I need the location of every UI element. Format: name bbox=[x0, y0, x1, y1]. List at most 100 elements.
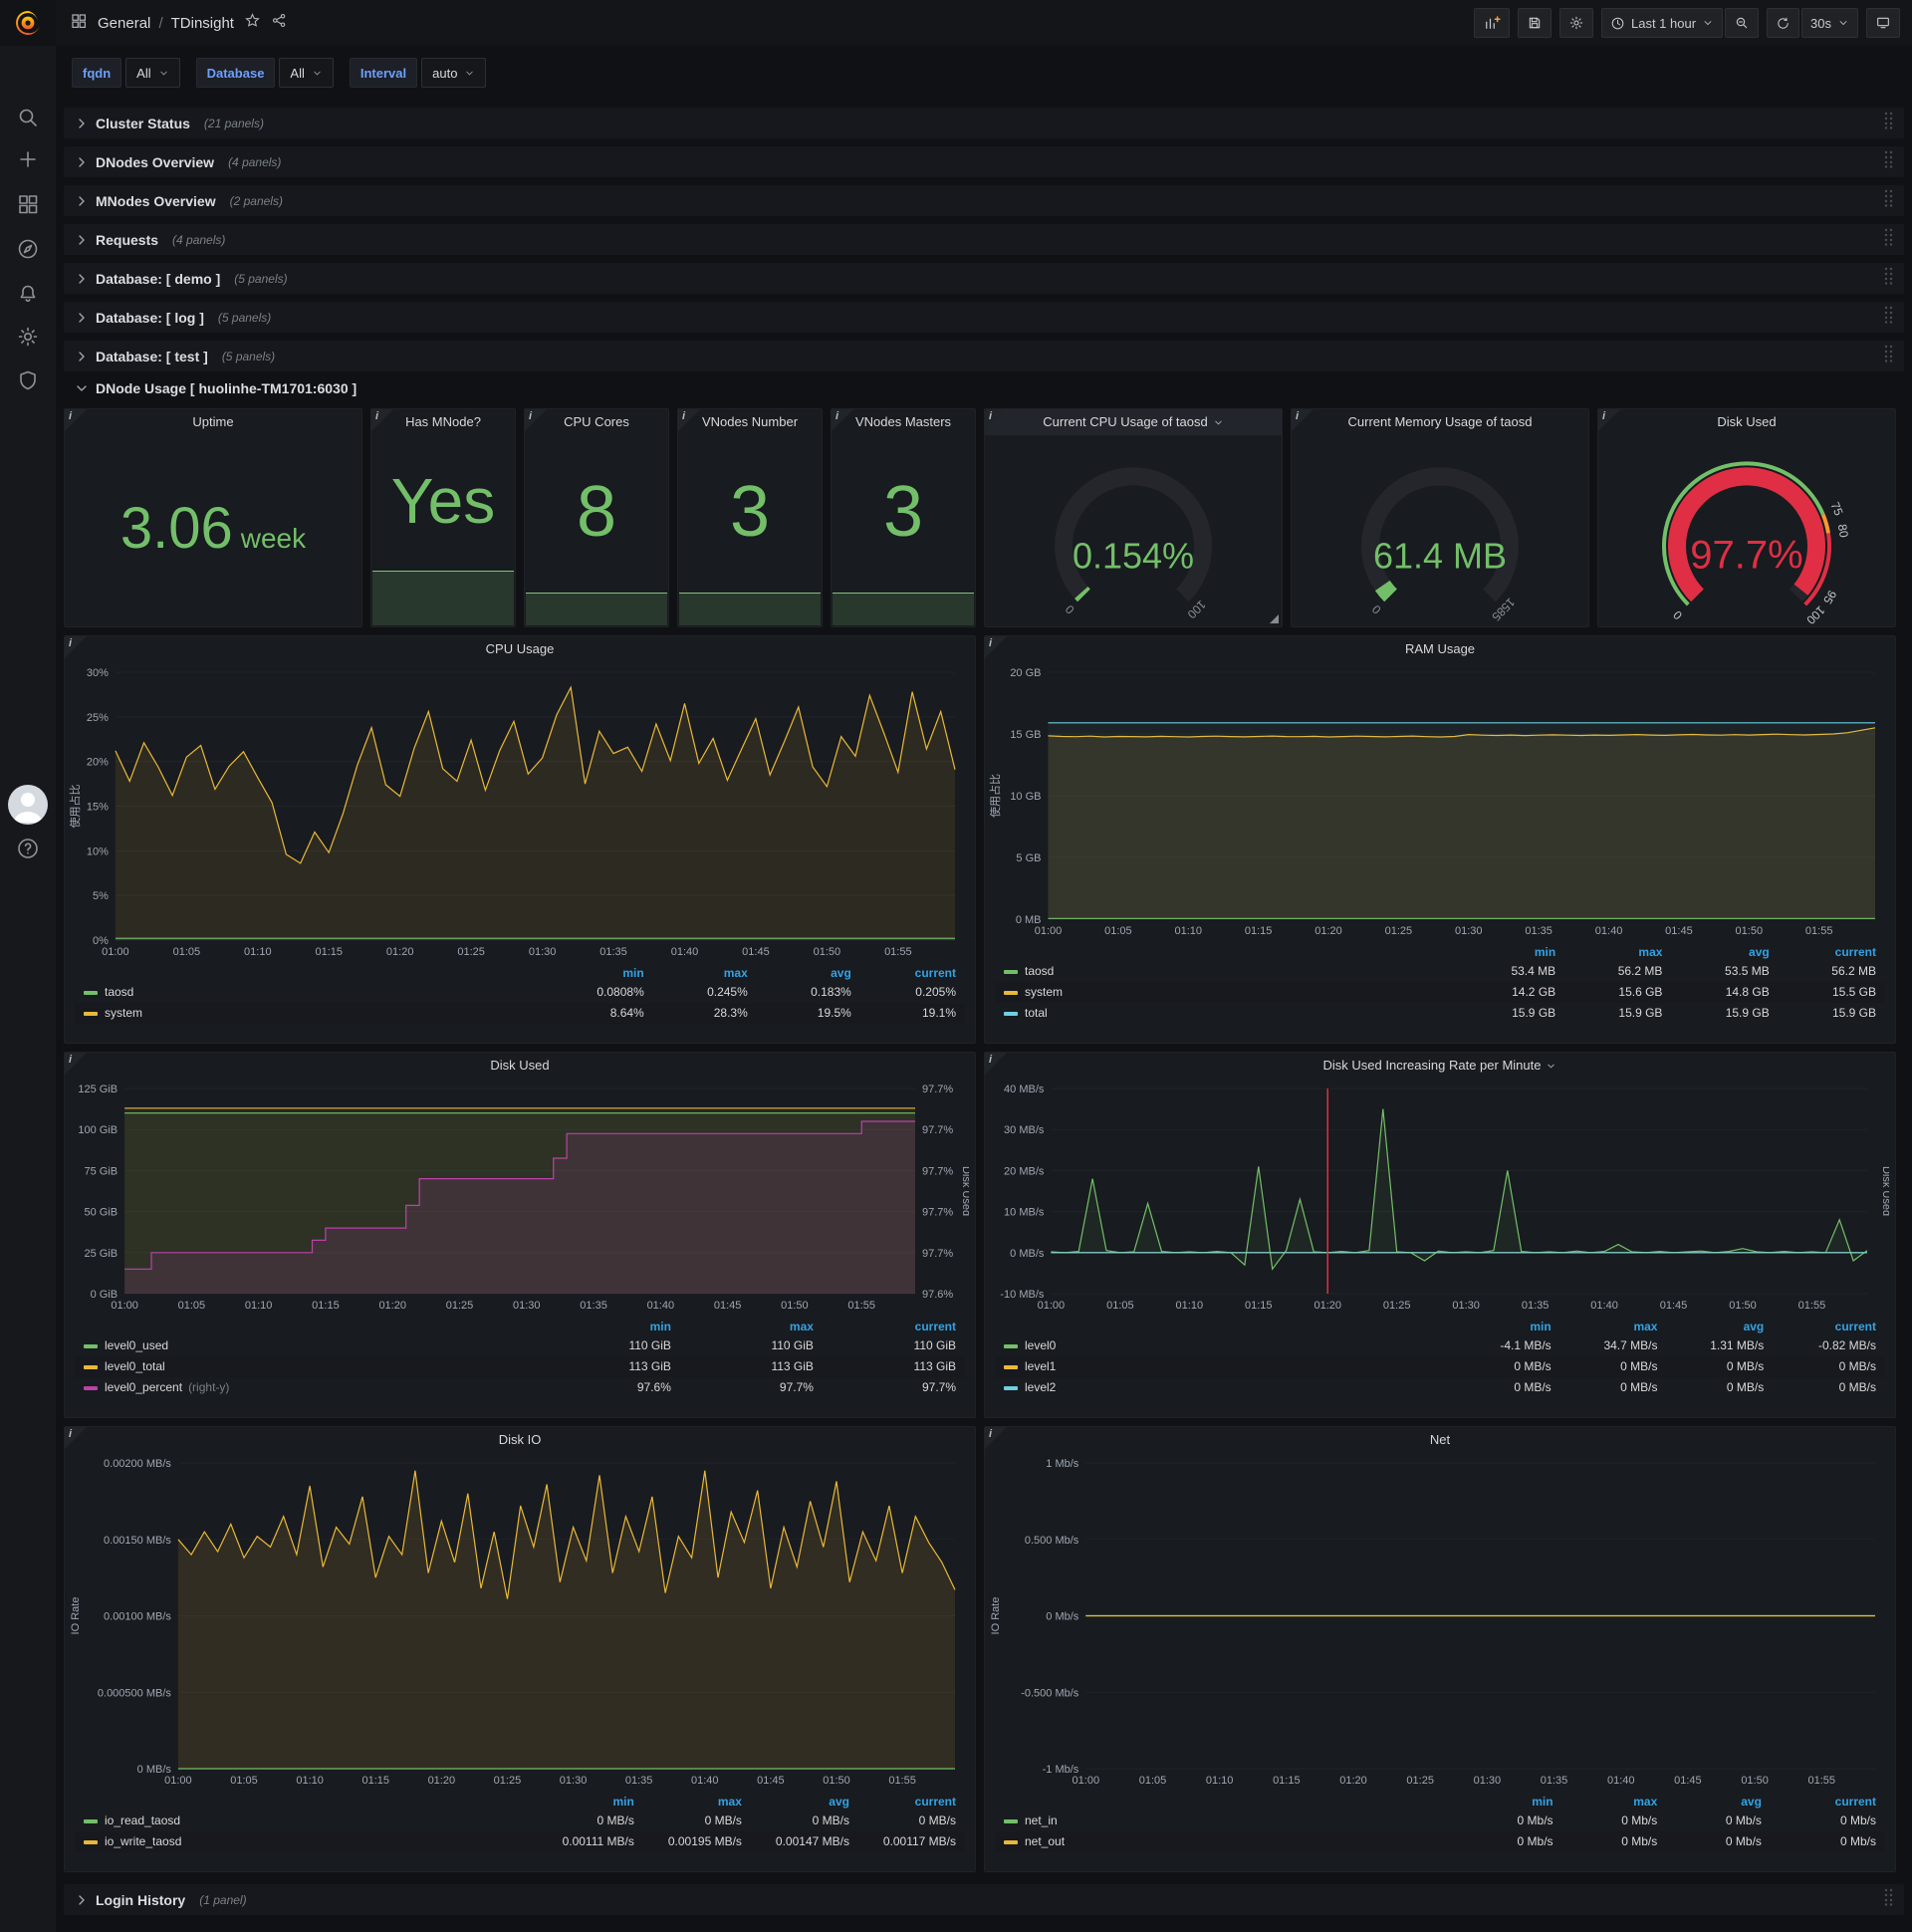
variable-value-fqdn[interactable]: All bbox=[125, 58, 180, 88]
legend-series-name[interactable]: system bbox=[75, 1003, 538, 1024]
chart-canvas[interactable]: -10 MB/s0 MB/s10 MB/s20 MB/s30 MB/s40 MB… bbox=[987, 1081, 1892, 1316]
dashboard-settings-button[interactable] bbox=[1558, 8, 1593, 38]
create-plus-icon[interactable] bbox=[16, 147, 40, 171]
alerting-bell-icon[interactable] bbox=[16, 282, 40, 306]
svg-text:97.7%: 97.7% bbox=[922, 1207, 953, 1219]
panel-title[interactable]: Net bbox=[985, 1427, 1895, 1453]
panel-info-icon[interactable]: i bbox=[1292, 409, 1314, 431]
panel-title[interactable]: Disk Used bbox=[65, 1053, 975, 1079]
panel-title[interactable]: Disk Used Increasing Rate per Minute bbox=[985, 1053, 1895, 1079]
search-icon[interactable] bbox=[16, 106, 40, 129]
user-avatar[interactable] bbox=[8, 785, 48, 825]
panel-info-icon[interactable]: i bbox=[65, 636, 87, 658]
chart-plot-area[interactable]: 0% 5% 10% 15% 20% 25% 30% 01:00 01:05 01:10 01:15 0… bbox=[67, 664, 969, 962]
row-drag-handle-icon[interactable] bbox=[1883, 227, 1894, 252]
row-drag-handle-icon[interactable] bbox=[1883, 111, 1894, 135]
legend-series-name[interactable]: level0_total bbox=[75, 1356, 538, 1377]
row-database-test[interactable]: Database: [ test ] (5 panels) bbox=[64, 341, 1904, 371]
panel-info-icon[interactable]: i bbox=[371, 409, 393, 431]
legend-series-name[interactable]: taosd bbox=[75, 982, 538, 1003]
zoom-out-time-button[interactable] bbox=[1725, 8, 1760, 38]
variable-value-interval[interactable]: auto bbox=[421, 58, 487, 88]
cycle-view-mode-button[interactable] bbox=[1866, 8, 1900, 38]
legend-series-name[interactable]: level0_percent (right-y) bbox=[75, 1377, 538, 1398]
share-dashboard-icon[interactable] bbox=[271, 12, 288, 34]
legend-series-name[interactable]: level1 bbox=[995, 1356, 1458, 1377]
legend-series-name[interactable]: io_read_taosd bbox=[75, 1811, 538, 1831]
panel-title[interactable]: Disk Used bbox=[1598, 409, 1895, 435]
add-panel-button[interactable] bbox=[1473, 8, 1510, 38]
help-icon[interactable] bbox=[16, 837, 40, 860]
legend-value: 0.245% bbox=[707, 985, 748, 999]
legend-series-name[interactable]: taosd bbox=[995, 961, 1458, 982]
row-drag-handle-icon[interactable] bbox=[1883, 149, 1894, 174]
chart-canvas[interactable]: 0 MB/s0.000500 MB/s0.00100 MB/s0.00150 M… bbox=[67, 1455, 969, 1791]
panel-info-icon[interactable]: i bbox=[525, 409, 547, 431]
save-dashboard-button[interactable] bbox=[1517, 8, 1552, 38]
chart-canvas[interactable]: 0%5%10%15%20%25%30%01:00 01:05 01:10 01:15 0… bbox=[67, 664, 969, 962]
row-mnodes-overview[interactable]: MNodes Overview (2 panels) bbox=[64, 185, 1904, 216]
row-requests[interactable]: Requests (4 panels) bbox=[64, 224, 1904, 255]
panel-info-icon[interactable]: i bbox=[985, 409, 1007, 431]
dashboards-icon[interactable] bbox=[16, 192, 40, 216]
panel-info-icon[interactable]: i bbox=[985, 1427, 1007, 1449]
row-drag-handle-icon[interactable] bbox=[1883, 1887, 1894, 1912]
row-database-log[interactable]: Database: [ log ] (5 panels) bbox=[64, 302, 1904, 333]
panel-info-icon[interactable]: i bbox=[832, 409, 853, 431]
panel-info-icon[interactable]: i bbox=[65, 1053, 87, 1075]
breadcrumb-title[interactable]: TDinsight bbox=[171, 15, 234, 32]
panel-info-icon[interactable]: i bbox=[985, 636, 1007, 658]
legend-series-name[interactable]: net_out bbox=[995, 1831, 1458, 1852]
variable-value-database[interactable]: All bbox=[279, 58, 334, 88]
chart-canvas[interactable]: 0 MB5 GB10 GB15 GB20 GB01:00 01:05 01:10 01… bbox=[987, 664, 1889, 941]
panel-title[interactable]: Current Memory Usage of taosd bbox=[1292, 409, 1588, 435]
chart-plot-area[interactable]: 0 MB/s 0.000500 MB/s 0.00100 MB/s 0.00150 M… bbox=[67, 1455, 969, 1791]
panel-title[interactable]: Disk IO bbox=[65, 1427, 975, 1453]
chart-plot-area[interactable]: 0 MB 5 GB 10 GB 15 GB 20 GB 01:00 01:05 01:10 01… bbox=[987, 664, 1889, 941]
panel-title[interactable]: Current CPU Usage of taosd bbox=[985, 409, 1282, 435]
time-range-picker[interactable]: Last 1 hour bbox=[1600, 8, 1724, 38]
row-drag-handle-icon[interactable] bbox=[1883, 344, 1894, 368]
refresh-interval-picker[interactable]: 30s bbox=[1801, 8, 1858, 38]
chart-plot-area[interactable]: 0 GiB 97.6% 25 GiB 97.7% 50 GiB 97.7% 75 GiB 97… bbox=[67, 1081, 972, 1316]
row-database-demo[interactable]: Database: [ demo ] (5 panels) bbox=[64, 263, 1904, 294]
legend-series-name[interactable]: level0_used bbox=[75, 1335, 538, 1356]
panel-info-icon[interactable]: i bbox=[678, 409, 700, 431]
breadcrumb-folder[interactable]: General bbox=[98, 15, 150, 32]
row-login-history[interactable]: Login History (1 panel) bbox=[64, 1884, 1904, 1915]
legend-series-name[interactable]: system bbox=[995, 982, 1458, 1003]
panel-title[interactable]: Uptime bbox=[65, 409, 361, 435]
legend-col-min: min bbox=[622, 966, 644, 980]
grafana-logo[interactable] bbox=[0, 0, 56, 46]
legend-series-name[interactable]: level0 bbox=[995, 1335, 1458, 1356]
explore-compass-icon[interactable] bbox=[16, 237, 40, 261]
panel-title-text: Disk Used Increasing Rate per Minute bbox=[1322, 1058, 1542, 1073]
star-dashboard-icon[interactable] bbox=[244, 12, 261, 34]
legend-series-name[interactable]: total bbox=[995, 1003, 1458, 1024]
panel-info-icon[interactable]: i bbox=[65, 1427, 87, 1449]
panel-info-icon[interactable]: i bbox=[985, 1053, 1007, 1075]
row-drag-handle-icon[interactable] bbox=[1883, 266, 1894, 291]
server-admin-shield-icon[interactable] bbox=[16, 368, 40, 392]
refresh-button[interactable] bbox=[1767, 8, 1800, 38]
chart-plot-area[interactable]: -1 Mb/s -0.500 Mb/s 0 Mb/s 0.500 Mb/s 1 Mb/s… bbox=[987, 1455, 1889, 1791]
chart-canvas[interactable]: 0 GiB 97.6%25 GiB 97.7%50 GiB 97.7%75 GiB 97… bbox=[67, 1081, 972, 1316]
configuration-gear-icon[interactable] bbox=[16, 325, 40, 349]
panel-title[interactable]: CPU Usage bbox=[65, 636, 975, 662]
row-dnodes-overview[interactable]: DNodes Overview (4 panels) bbox=[64, 146, 1904, 177]
panel-info-icon[interactable]: i bbox=[1598, 409, 1620, 431]
legend-series-name[interactable]: level2 bbox=[995, 1377, 1458, 1398]
row-drag-handle-icon[interactable] bbox=[1883, 188, 1894, 213]
row-dnode-usage[interactable]: DNode Usage [ huolinhe-TM1701:6030 ] bbox=[64, 372, 1904, 403]
dashboard-grid-icon[interactable] bbox=[70, 12, 88, 35]
panel-title[interactable]: RAM Usage bbox=[985, 636, 1895, 662]
svg-text:01:35: 01:35 bbox=[1522, 1300, 1550, 1312]
row-drag-handle-icon[interactable] bbox=[1883, 305, 1894, 330]
panel-info-icon[interactable]: i bbox=[65, 409, 87, 431]
chart-plot-area[interactable]: -10 MB/s 0 MB/s 10 MB/s 20 MB/s 30 MB/s 40 MB… bbox=[987, 1081, 1892, 1316]
legend-series-name[interactable]: net_in bbox=[995, 1811, 1458, 1831]
row-cluster-status[interactable]: Cluster Status (21 panels) bbox=[64, 108, 1904, 138]
legend-series-name[interactable]: io_write_taosd bbox=[75, 1831, 538, 1852]
chart-canvas[interactable]: -1 Mb/s-0.500 Mb/s0 Mb/s0.500 Mb/s1 Mb/s… bbox=[987, 1455, 1889, 1791]
panel-resize-grip[interactable] bbox=[1270, 614, 1279, 623]
